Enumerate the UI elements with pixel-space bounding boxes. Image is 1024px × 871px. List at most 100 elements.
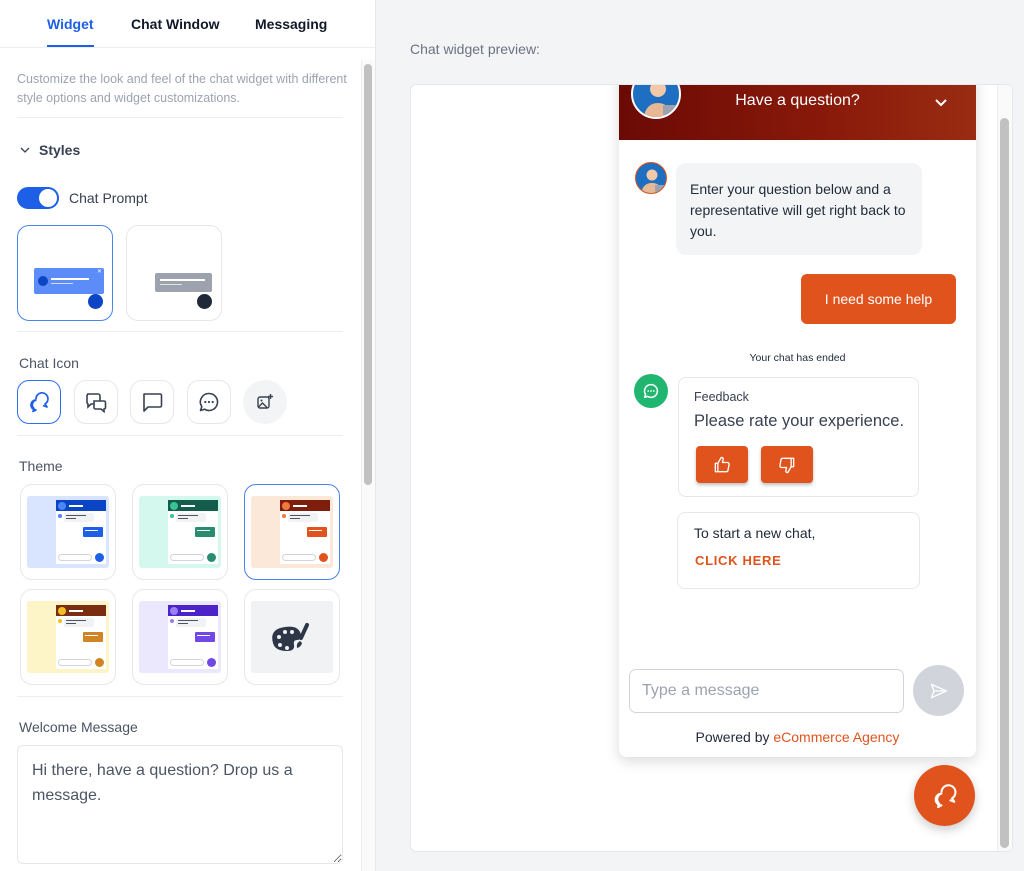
send-button[interactable]: [913, 665, 964, 716]
thumbs-up-button[interactable]: [696, 446, 748, 483]
widget-description: Customize the look and feel of the chat …: [17, 72, 347, 105]
chevron-down-icon: [20, 147, 30, 153]
theme-mini-header: [168, 500, 218, 511]
theme-mini-avatar: [170, 606, 178, 615]
theme-option-blue[interactable]: [20, 484, 116, 580]
theme-mini-user-bubble: [195, 527, 215, 537]
prompt-preview-line: [51, 278, 89, 280]
theme-mini-window: [280, 500, 330, 564]
theme-mini-user-bubble: [83, 527, 103, 537]
theme-mini-window: [56, 605, 106, 669]
theme-mini-window: [168, 500, 218, 564]
theme-mini-input: [170, 554, 204, 561]
launcher-dot: [88, 294, 103, 309]
chat-icon-option-overlap[interactable]: [17, 380, 61, 424]
chat-icon-label: Chat Icon: [19, 355, 79, 371]
chat-launcher-button[interactable]: [914, 765, 975, 826]
powered-by-text: Powered by: [695, 729, 770, 745]
prompt-style-gray[interactable]: [126, 225, 222, 321]
prompt-style-blue[interactable]: ✕: [17, 225, 113, 321]
close-icon: ✕: [96, 269, 102, 275]
theme-mini-agent-bubble: [176, 513, 206, 522]
new-chat-link[interactable]: CLICK HERE: [695, 553, 781, 568]
theme-preview: [27, 601, 109, 673]
theme-mini-user-bubble: [83, 632, 103, 642]
chat-status: Your chat has ended: [749, 352, 846, 364]
prompt-preview-bar: [155, 273, 212, 292]
divider: [17, 117, 343, 118]
feedback-prompt: Please rate your experience.: [694, 412, 905, 430]
thumbs-up-icon: [714, 456, 730, 472]
theme-mini-input: [58, 659, 92, 666]
chat-icon-option-square[interactable]: [130, 380, 174, 424]
theme-mini-send: [95, 553, 104, 562]
prompt-preview-avatar: [38, 276, 48, 286]
theme-mini-agent-dot: [58, 619, 62, 623]
brand-link[interactable]: eCommerce Agency: [773, 729, 899, 745]
preview-scrollbar-thumb[interactable]: [1000, 118, 1009, 848]
thumbs-down-icon: [779, 457, 795, 473]
theme-option-green[interactable]: [132, 484, 228, 580]
new-chat-text: To start a new chat,: [694, 525, 816, 541]
tab-widget[interactable]: Widget: [47, 16, 94, 32]
theme-mini-agent-bubble: [64, 513, 94, 522]
chat-bubbles-overlap-icon: [934, 783, 956, 808]
divider: [17, 696, 343, 697]
chat-icon-option-squares[interactable]: [74, 380, 118, 424]
theme-mini-input: [170, 659, 204, 666]
chevron-down-icon[interactable]: [934, 95, 948, 109]
theme-mini-title: [181, 610, 195, 612]
chat-widget-header: Have a question?: [619, 85, 976, 140]
agent-message-bubble: Enter your question below and a represen…: [676, 163, 922, 255]
chat-bubble-square-icon: [143, 393, 163, 412]
theme-mini-input: [282, 554, 316, 561]
tab-chat-window[interactable]: Chat Window: [131, 16, 220, 32]
agent-avatar: [635, 162, 667, 194]
styles-section-toggle[interactable]: Styles: [19, 142, 80, 158]
theme-mini-header: [168, 605, 218, 616]
theme-mini-avatar: [58, 606, 66, 615]
chat-prompt-toggle[interactable]: [17, 187, 59, 209]
active-tab-indicator: [47, 45, 94, 47]
theme-preview: [139, 601, 221, 673]
chat-icon-option-dots[interactable]: [187, 380, 231, 424]
theme-mini-title: [69, 505, 83, 507]
theme-preview: [27, 496, 109, 568]
feedback-title: Feedback: [694, 390, 749, 404]
theme-mini-agent-dot: [170, 619, 174, 623]
theme-option-orange[interactable]: [244, 484, 340, 580]
theme-mini-header: [56, 500, 106, 511]
styles-section-label: Styles: [39, 142, 81, 158]
theme-mini-send: [207, 553, 216, 562]
thumbs-down-button[interactable]: [761, 446, 813, 483]
theme-option-yellow[interactable]: [20, 589, 116, 685]
theme-mini-send: [207, 658, 216, 667]
upload-image-icon: [257, 394, 273, 409]
theme-option-custom[interactable]: [244, 589, 340, 685]
feedback-card: Feedback Please rate your experience.: [678, 377, 919, 497]
theme-mini-window: [168, 605, 218, 669]
theme-option-purple[interactable]: [132, 589, 228, 685]
new-chat-card: To start a new chat, CLICK HERE: [677, 512, 920, 589]
theme-preview: [251, 496, 333, 568]
welcome-message-input[interactable]: Hi there, have a question? Drop us a mes…: [17, 745, 343, 864]
theme-mini-send: [319, 553, 328, 562]
chat-icon-upload[interactable]: [243, 380, 287, 424]
prompt-preview-line: [160, 284, 182, 285]
chat-bubble-dots-icon: [643, 383, 659, 399]
divider: [17, 331, 343, 332]
tab-messaging[interactable]: Messaging: [255, 16, 327, 32]
settings-scrollbar-thumb[interactable]: [364, 64, 372, 485]
theme-mini-agent-dot: [58, 514, 62, 518]
launcher-dot: [197, 294, 212, 309]
theme-mini-header: [56, 605, 106, 616]
chat-bubble-dots-icon: [199, 392, 219, 412]
theme-mini-agent-dot: [282, 514, 286, 518]
user-message-bubble: I need some help: [801, 274, 956, 324]
theme-label: Theme: [19, 458, 63, 474]
palette-icon: [272, 623, 309, 651]
message-input[interactable]: [629, 669, 904, 713]
chat-widget-window: Have a question? Enter your question bel…: [619, 85, 976, 757]
theme-mini-title: [293, 505, 307, 507]
theme-mini-window: [56, 500, 106, 564]
